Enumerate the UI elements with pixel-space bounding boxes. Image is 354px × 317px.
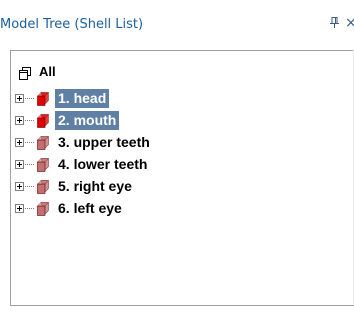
tree-connector: [25, 141, 35, 143]
shell-icon-rose: [36, 179, 50, 194]
shell-icon-rose: [36, 135, 50, 150]
expand-plus-icon[interactable]: [15, 203, 24, 213]
pages-icon: [19, 65, 31, 80]
tree-item-label: 3. upper teeth: [58, 133, 150, 150]
expand-plus-icon[interactable]: [15, 159, 24, 169]
close-icon[interactable]: ×: [345, 15, 354, 31]
tree-connector: [25, 97, 35, 99]
tree-item[interactable]: 5. right eye: [15, 176, 135, 196]
tree-item-label: 4. lower teeth: [58, 155, 148, 172]
tree-connector: [25, 185, 35, 187]
tree-root[interactable]: All: [19, 62, 56, 80]
shell-tree[interactable]: All 1. head 2. mouth 3. upper teeth 4. lowe…: [10, 50, 354, 306]
tree-connector: [25, 119, 35, 121]
panel-titlebar: Model Tree (Shell List) ×: [0, 0, 354, 42]
shell-icon-red: [36, 91, 50, 106]
tree-item[interactable]: 2. mouth: [15, 110, 120, 130]
shell-icon-rose: [36, 157, 50, 172]
expand-plus-icon[interactable]: [15, 137, 24, 147]
tree-item-label: 6. left eye: [58, 199, 122, 216]
tree-item-label: 2. mouth: [55, 110, 120, 130]
tree-connector: [25, 207, 35, 209]
tree-item-label: 5. right eye: [58, 177, 132, 194]
pin-icon[interactable]: [330, 17, 339, 31]
expand-plus-icon[interactable]: [15, 93, 24, 103]
tree-root-label: All: [39, 63, 56, 79]
tree-item[interactable]: 4. lower teeth: [15, 154, 150, 174]
expand-plus-icon[interactable]: [15, 181, 24, 191]
tree-connector: [25, 163, 35, 165]
model-tree-panel: Model Tree (Shell List) × All 1. head 2. …: [0, 0, 354, 317]
tree-item-label: 1. head: [55, 88, 110, 108]
shell-icon-rose: [36, 201, 50, 216]
panel-title: Model Tree (Shell List): [0, 17, 144, 32]
tree-item[interactable]: 3. upper teeth: [15, 132, 153, 152]
tree-item[interactable]: 6. left eye: [15, 198, 125, 218]
expand-plus-icon[interactable]: [15, 115, 24, 125]
tree-item[interactable]: 1. head: [15, 88, 110, 108]
shell-icon-red: [36, 113, 50, 128]
